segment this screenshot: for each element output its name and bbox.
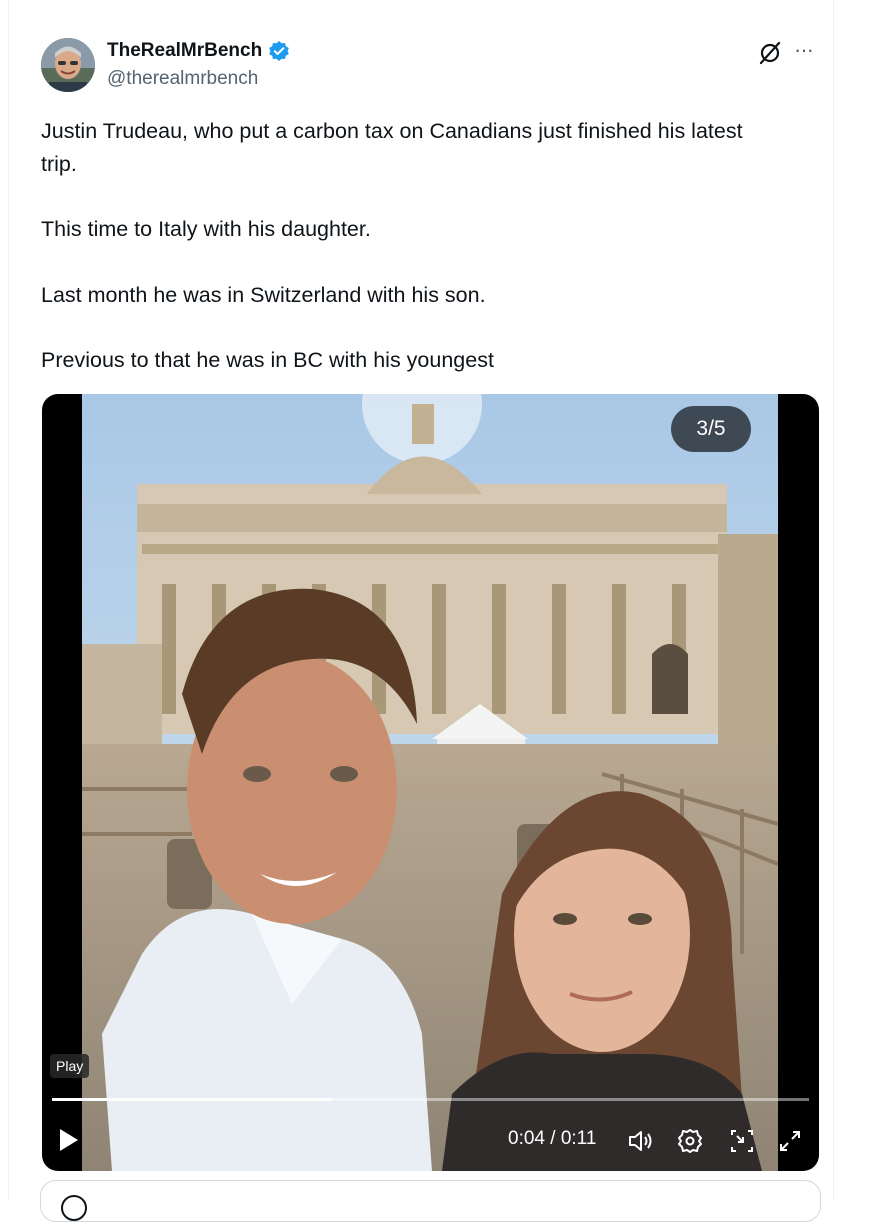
dock-icon[interactable]: [728, 1127, 756, 1155]
video-time: 0:04 / 0:11: [508, 1128, 597, 1149]
volume-icon[interactable]: [626, 1127, 654, 1155]
avatar[interactable]: [41, 38, 95, 92]
quoted-post-card[interactable]: [40, 1180, 821, 1222]
tweet-line: Previous to that he was in BC with his y…: [41, 348, 494, 372]
tweet-text: Justin Trudeau, who put a carbon tax on …: [41, 115, 811, 377]
tweet-line: Last month he was in Switzerland with hi…: [41, 282, 486, 307]
verified-badge-icon: [269, 41, 290, 61]
video-player[interactable]: 3/5 Play 0:04 / 0:11: [42, 394, 819, 1171]
selfie-photo: [82, 394, 778, 1171]
author-handle[interactable]: @therealmrbench: [107, 68, 258, 90]
tweet-line: Justin Trudeau, who put a carbon tax on …: [41, 119, 749, 176]
play-tooltip: Play: [50, 1054, 90, 1078]
author-display-name[interactable]: TheRealMrBench: [107, 40, 290, 62]
progress-fill: [52, 1098, 333, 1101]
tweet-card: TheRealMrBench @therealmrbench ··· Justi…: [8, 0, 834, 1222]
more-icon[interactable]: ···: [794, 39, 814, 61]
progress-bar[interactable]: [52, 1098, 809, 1101]
grok-icon[interactable]: [757, 40, 783, 66]
fullscreen-icon[interactable]: [776, 1127, 804, 1155]
quoted-avatar: [61, 1195, 87, 1221]
display-name-text[interactable]: TheRealMrBench: [107, 40, 262, 62]
play-icon[interactable]: [54, 1126, 82, 1154]
settings-icon[interactable]: [676, 1127, 704, 1155]
tweet-line: This time to Italy with his daughter.: [41, 217, 371, 241]
media-counter: 3/5: [671, 406, 751, 452]
